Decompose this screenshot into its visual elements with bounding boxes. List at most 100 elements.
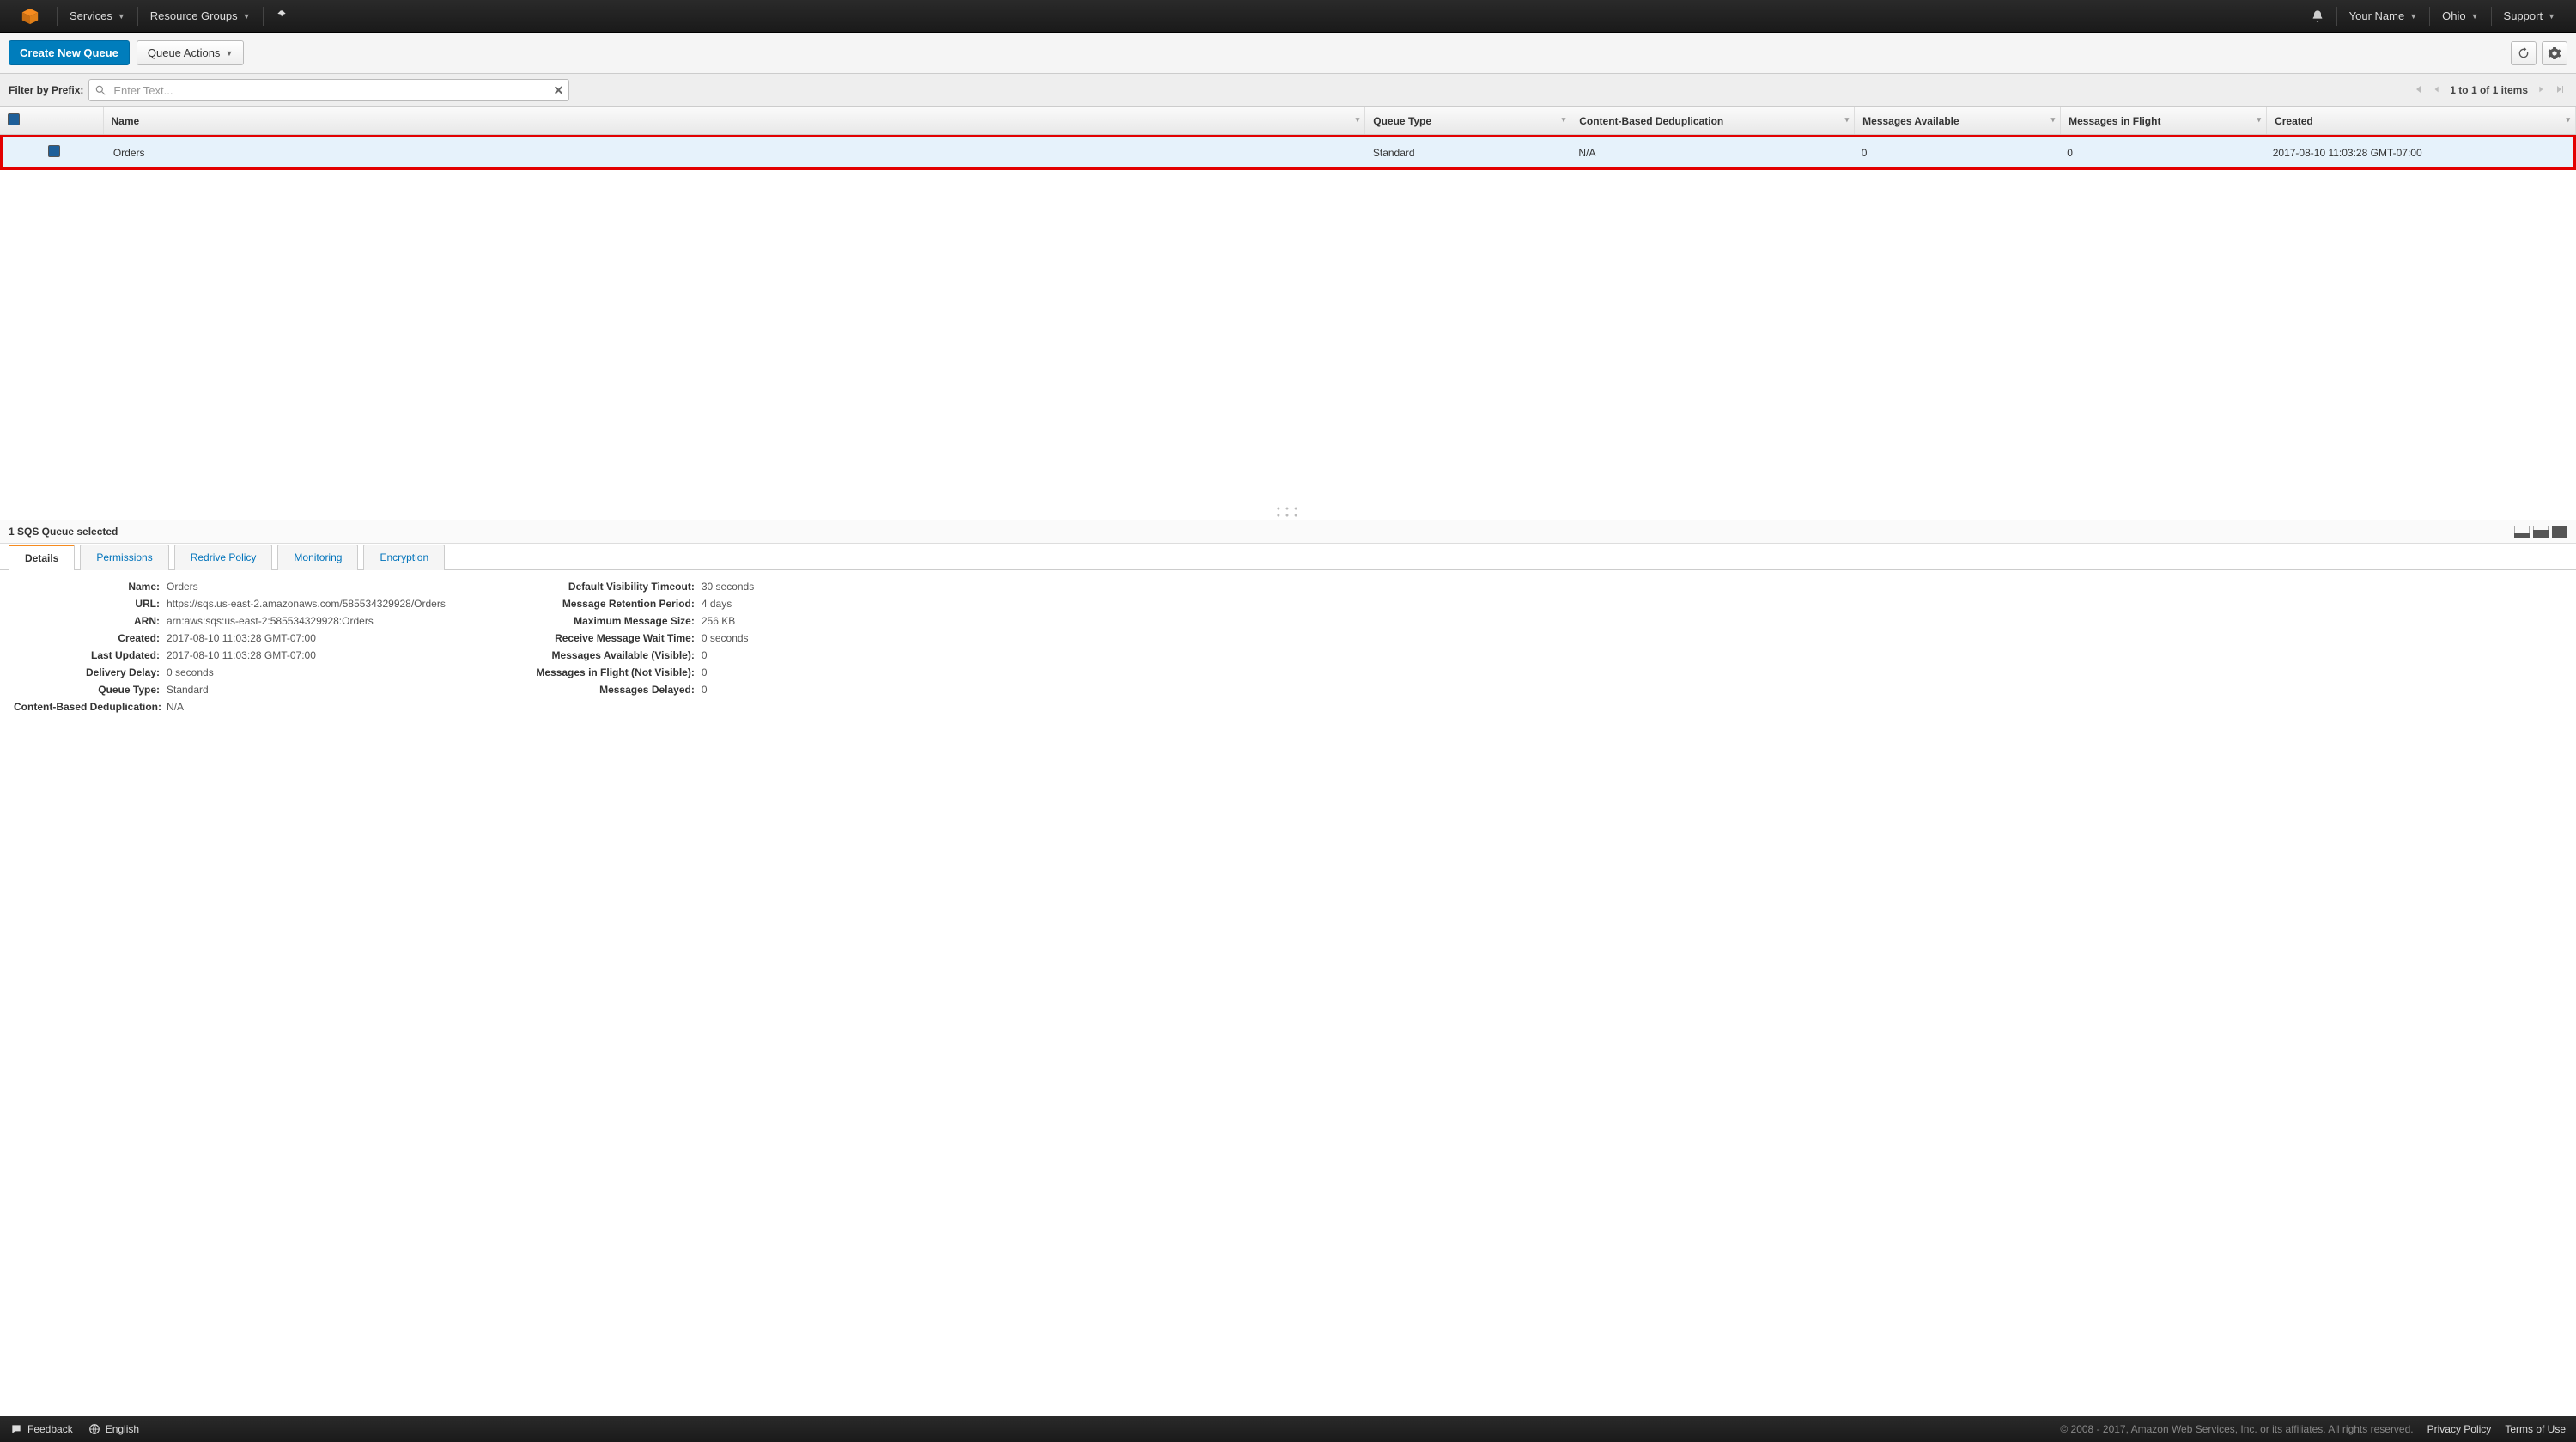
header-dedup-label: Content-Based Deduplication <box>1579 115 1723 127</box>
pager-next-button[interactable] <box>2535 84 2547 96</box>
cell-dedup: N/A <box>1571 137 1853 167</box>
detail-max-value: 256 KB <box>702 615 754 627</box>
filter-label: Filter by Prefix: <box>9 84 83 96</box>
layout-split-bottom-button[interactable] <box>2514 526 2530 538</box>
tab-encryption[interactable]: Encryption <box>363 545 445 570</box>
queue-table: Name▾ Queue Type▾ Content-Based Deduplic… <box>0 107 2576 135</box>
detail-ret-key: Message Retention Period: <box>506 598 695 610</box>
header-name[interactable]: Name▾ <box>103 107 1365 135</box>
header-created[interactable]: Created▾ <box>2267 107 2576 135</box>
create-queue-button[interactable]: Create New Queue <box>9 40 130 65</box>
header-checkbox-cell <box>0 107 103 135</box>
bell-icon <box>2311 9 2324 23</box>
top-nav: Services ▼ Resource Groups ▼ Your Name ▼… <box>0 0 2576 33</box>
detail-vis-key: Default Visibility Timeout: <box>506 581 695 593</box>
nav-separator <box>2429 7 2430 26</box>
aws-logo[interactable] <box>10 0 55 32</box>
sort-caret-icon: ▾ <box>1562 115 1566 125</box>
nav-separator <box>2491 7 2492 26</box>
footer-language[interactable]: English <box>88 1423 139 1435</box>
tab-permissions[interactable]: Permissions <box>80 545 168 570</box>
layout-split-right-button[interactable] <box>2533 526 2549 538</box>
pager-last-button[interactable] <box>2554 84 2567 97</box>
detail-created-value: 2017-08-10 11:03:28 GMT-07:00 <box>167 632 446 644</box>
footer-terms-link[interactable]: Terms of Use <box>2505 1423 2566 1435</box>
nav-pin[interactable] <box>265 0 298 32</box>
detail-delay-value: 0 seconds <box>167 666 446 678</box>
nav-support-label: Support <box>2504 9 2543 22</box>
header-msgs-available[interactable]: Messages Available ▾ <box>1855 107 2061 135</box>
chevron-down-icon: ▼ <box>2409 12 2417 21</box>
detail-delay-key: Delivery Delay: <box>14 666 160 678</box>
nav-services[interactable]: Services ▼ <box>59 0 136 32</box>
detail-delayed-value: 0 <box>702 684 754 696</box>
sort-caret-icon: ▾ <box>1845 115 1850 125</box>
nav-notifications[interactable] <box>2300 0 2335 32</box>
nav-account[interactable]: Your Name ▼ <box>2339 0 2427 32</box>
chevron-down-icon: ▼ <box>243 12 251 21</box>
cell-name: Orders <box>106 137 1365 167</box>
header-msgs-available-label: Messages Available <box>1862 115 1959 127</box>
chevron-down-icon: ▼ <box>2548 12 2555 21</box>
nav-account-label: Your Name <box>2349 9 2405 22</box>
filter-input[interactable] <box>89 81 568 100</box>
nav-support[interactable]: Support ▼ <box>2494 0 2566 32</box>
detail-arn-value: arn:aws:sqs:us-east-2:585534329928:Order… <box>167 615 446 627</box>
detail-url-key: URL: <box>14 598 160 610</box>
detail-wait-key: Receive Message Wait Time: <box>506 632 695 644</box>
header-dedup[interactable]: Content-Based Deduplication ▾ <box>1571 107 1855 135</box>
header-msgs-flight[interactable]: Messages in Flight▾ <box>2061 107 2267 135</box>
refresh-button[interactable] <box>2511 41 2537 65</box>
search-icon <box>94 84 106 96</box>
toolbar-left: Create New Queue Queue Actions ▼ <box>9 40 244 65</box>
cell-msgs-flight: 0 <box>2059 137 2265 167</box>
cell-queue-type: Standard <box>1365 137 1571 167</box>
chevron-down-icon: ▼ <box>118 12 125 21</box>
header-queue-type[interactable]: Queue Type▾ <box>1365 107 1571 135</box>
table-row[interactable]: Orders Standard N/A 0 0 2017-08-10 11:03… <box>3 137 2573 167</box>
queue-actions-button[interactable]: Queue Actions ▼ <box>137 40 244 65</box>
nav-region-label: Ohio <box>2442 9 2465 22</box>
row-checkbox[interactable] <box>48 145 60 157</box>
detail-name-key: Name: <box>14 581 160 593</box>
footer-language-label: English <box>106 1423 139 1435</box>
tab-details[interactable]: Details <box>9 545 75 570</box>
pager-prev-button[interactable] <box>2431 84 2443 96</box>
detail-flight-value: 0 <box>702 666 754 678</box>
nav-region[interactable]: Ohio ▼ <box>2432 0 2488 32</box>
sort-caret-icon: ▾ <box>2051 115 2056 125</box>
detail-updated-key: Last Updated: <box>14 649 160 661</box>
sort-caret-icon: ▾ <box>2257 115 2262 125</box>
footer-feedback[interactable]: Feedback <box>10 1423 73 1435</box>
filter-left: Filter by Prefix: ✕ <box>9 79 569 101</box>
details-left-column: Name: Orders URL: https://sqs.us-east-2.… <box>14 581 446 713</box>
select-all-checkbox[interactable] <box>8 113 20 125</box>
nav-resource-groups-label: Resource Groups <box>150 9 238 22</box>
details-header: 1 SQS Queue selected <box>0 520 2576 544</box>
tab-monitoring[interactable]: Monitoring <box>277 545 358 570</box>
nav-separator <box>263 7 264 26</box>
detail-avail-key: Messages Available (Visible): <box>506 649 695 661</box>
detail-url-value: https://sqs.us-east-2.amazonaws.com/5855… <box>167 598 446 610</box>
clear-filter-button[interactable]: ✕ <box>554 83 564 98</box>
selected-row-highlight: Orders Standard N/A 0 0 2017-08-10 11:03… <box>0 135 2576 170</box>
pin-icon <box>276 9 288 23</box>
footer-privacy-link[interactable]: Privacy Policy <box>2427 1423 2492 1435</box>
detail-avail-value: 0 <box>702 649 754 661</box>
settings-button[interactable] <box>2542 41 2567 65</box>
queue-table-body: Orders Standard N/A 0 0 2017-08-10 11:03… <box>3 137 2573 167</box>
tab-redrive-policy[interactable]: Redrive Policy <box>174 545 273 570</box>
footer-right: © 2008 - 2017, Amazon Web Services, Inc.… <box>2060 1423 2566 1435</box>
footer-feedback-label: Feedback <box>27 1423 73 1435</box>
details-tabs: Details Permissions Redrive Policy Monit… <box>0 544 2576 570</box>
nav-left: Services ▼ Resource Groups ▼ <box>10 0 298 32</box>
pane-resize-handle[interactable]: ● ● ●● ● ● <box>0 505 2576 520</box>
nav-resource-groups[interactable]: Resource Groups ▼ <box>140 0 261 32</box>
detail-dedup-value: N/A <box>167 701 446 713</box>
chevron-down-icon: ▼ <box>225 49 233 58</box>
detail-arn-key: ARN: <box>14 615 160 627</box>
layout-full-button[interactable] <box>2552 526 2567 538</box>
chevron-left-icon <box>2433 85 2441 94</box>
pager-first-button[interactable] <box>2410 84 2424 97</box>
nav-separator <box>137 7 138 26</box>
